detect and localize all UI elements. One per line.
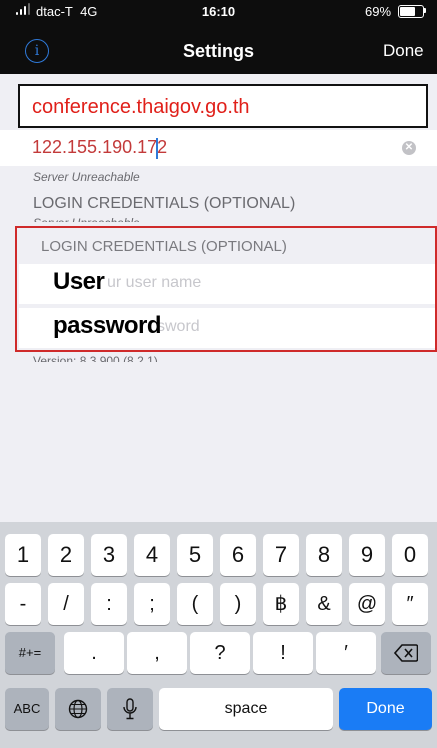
key-1[interactable]: 2 xyxy=(48,534,84,576)
key-punct-1[interactable]: , xyxy=(127,632,187,674)
key-microphone[interactable] xyxy=(107,688,153,730)
key-2[interactable]: 3 xyxy=(91,534,127,576)
globe-icon xyxy=(68,699,88,719)
key-symbol-6[interactable]: ฿ xyxy=(263,583,299,625)
password-field[interactable]: sword password xyxy=(19,308,435,348)
done-button[interactable]: Done xyxy=(383,41,424,61)
key-punct-4[interactable]: ′ xyxy=(316,632,376,674)
login-credentials-header-copy: LOGIN CREDENTIALS (OPTIONAL) xyxy=(41,238,287,255)
key-globe[interactable] xyxy=(55,688,101,730)
key-0[interactable]: 1 xyxy=(5,534,41,576)
key-7[interactable]: 8 xyxy=(306,534,342,576)
server-status-ghost: Server Unreachable xyxy=(33,216,140,222)
key-symbol-0[interactable]: - xyxy=(5,583,41,625)
backspace-key[interactable] xyxy=(381,632,431,674)
server-name-annotation: conference.thaigov.go.th xyxy=(18,84,428,128)
key-symbol-8[interactable]: @ xyxy=(349,583,385,625)
space-key[interactable]: space xyxy=(159,688,333,730)
key-symbol-5[interactable]: ) xyxy=(220,583,256,625)
key-symbol-9[interactable]: ″ xyxy=(392,583,428,625)
server-status-label: Server Unreachable xyxy=(33,170,140,184)
credentials-highlight-box: LOGIN CREDENTIALS (OPTIONAL) ur user nam… xyxy=(15,226,437,352)
server-address-field[interactable]: 122.155.190.172 ✕ xyxy=(0,130,437,166)
key-9[interactable]: 0 xyxy=(392,534,428,576)
key-6[interactable]: 7 xyxy=(263,534,299,576)
password-overlay-label: password xyxy=(53,312,162,339)
microphone-icon xyxy=(123,698,137,720)
version-label: Version: 8.3.900 (8.2.1) xyxy=(33,354,158,362)
key-symbol-3[interactable]: ; xyxy=(134,583,170,625)
username-overlay-label: User xyxy=(53,268,105,295)
server-name-text: conference.thaigov.go.th xyxy=(32,96,250,118)
key-symbol-2[interactable]: : xyxy=(91,583,127,625)
key-symbol-1[interactable]: / xyxy=(48,583,84,625)
numeric-keyboard: 1234567890 - /:;() ฿ & @ ″ #+= .,?! ′ ABC spac… xyxy=(0,522,437,748)
key-5[interactable]: 6 xyxy=(220,534,256,576)
key-punct-2[interactable]: ? xyxy=(190,632,250,674)
server-address-value[interactable]: 122.155.190.172 xyxy=(32,137,167,158)
key-4[interactable]: 5 xyxy=(177,534,213,576)
password-placeholder: sword xyxy=(157,318,200,335)
top-bar: dtac-T 4G 16:10 69% i Settings Done xyxy=(0,0,437,74)
page-title: Settings xyxy=(182,41,254,61)
battery-percent: 69% xyxy=(365,4,392,19)
key-symbol-4[interactable]: ( xyxy=(177,583,213,625)
key-8[interactable]: 9 xyxy=(349,534,385,576)
clear-icon[interactable]: ✕ xyxy=(402,141,416,155)
login-credentials-header: LOGIN CREDENTIALS (OPTIONAL) xyxy=(33,195,296,212)
text-cursor xyxy=(156,138,158,159)
key-3[interactable]: 4 xyxy=(134,534,170,576)
username-placeholder: ur user name xyxy=(107,274,202,291)
key-punct-0[interactable]: . xyxy=(64,632,124,674)
username-field[interactable]: ur user name User xyxy=(19,264,435,304)
key-punct-3[interactable]: ! xyxy=(253,632,313,674)
battery-tip xyxy=(424,8,426,13)
key-abc[interactable]: ABC xyxy=(5,688,49,730)
keyboard-done-button[interactable]: Done xyxy=(339,688,432,730)
key-symbols-toggle[interactable]: #+= xyxy=(5,632,55,674)
status-bar: dtac-T 4G 16:10 69% xyxy=(0,0,437,22)
key-symbol-7[interactable]: & xyxy=(306,583,342,625)
battery-level xyxy=(400,7,415,16)
battery-icon xyxy=(398,5,424,18)
backspace-icon xyxy=(393,644,419,662)
